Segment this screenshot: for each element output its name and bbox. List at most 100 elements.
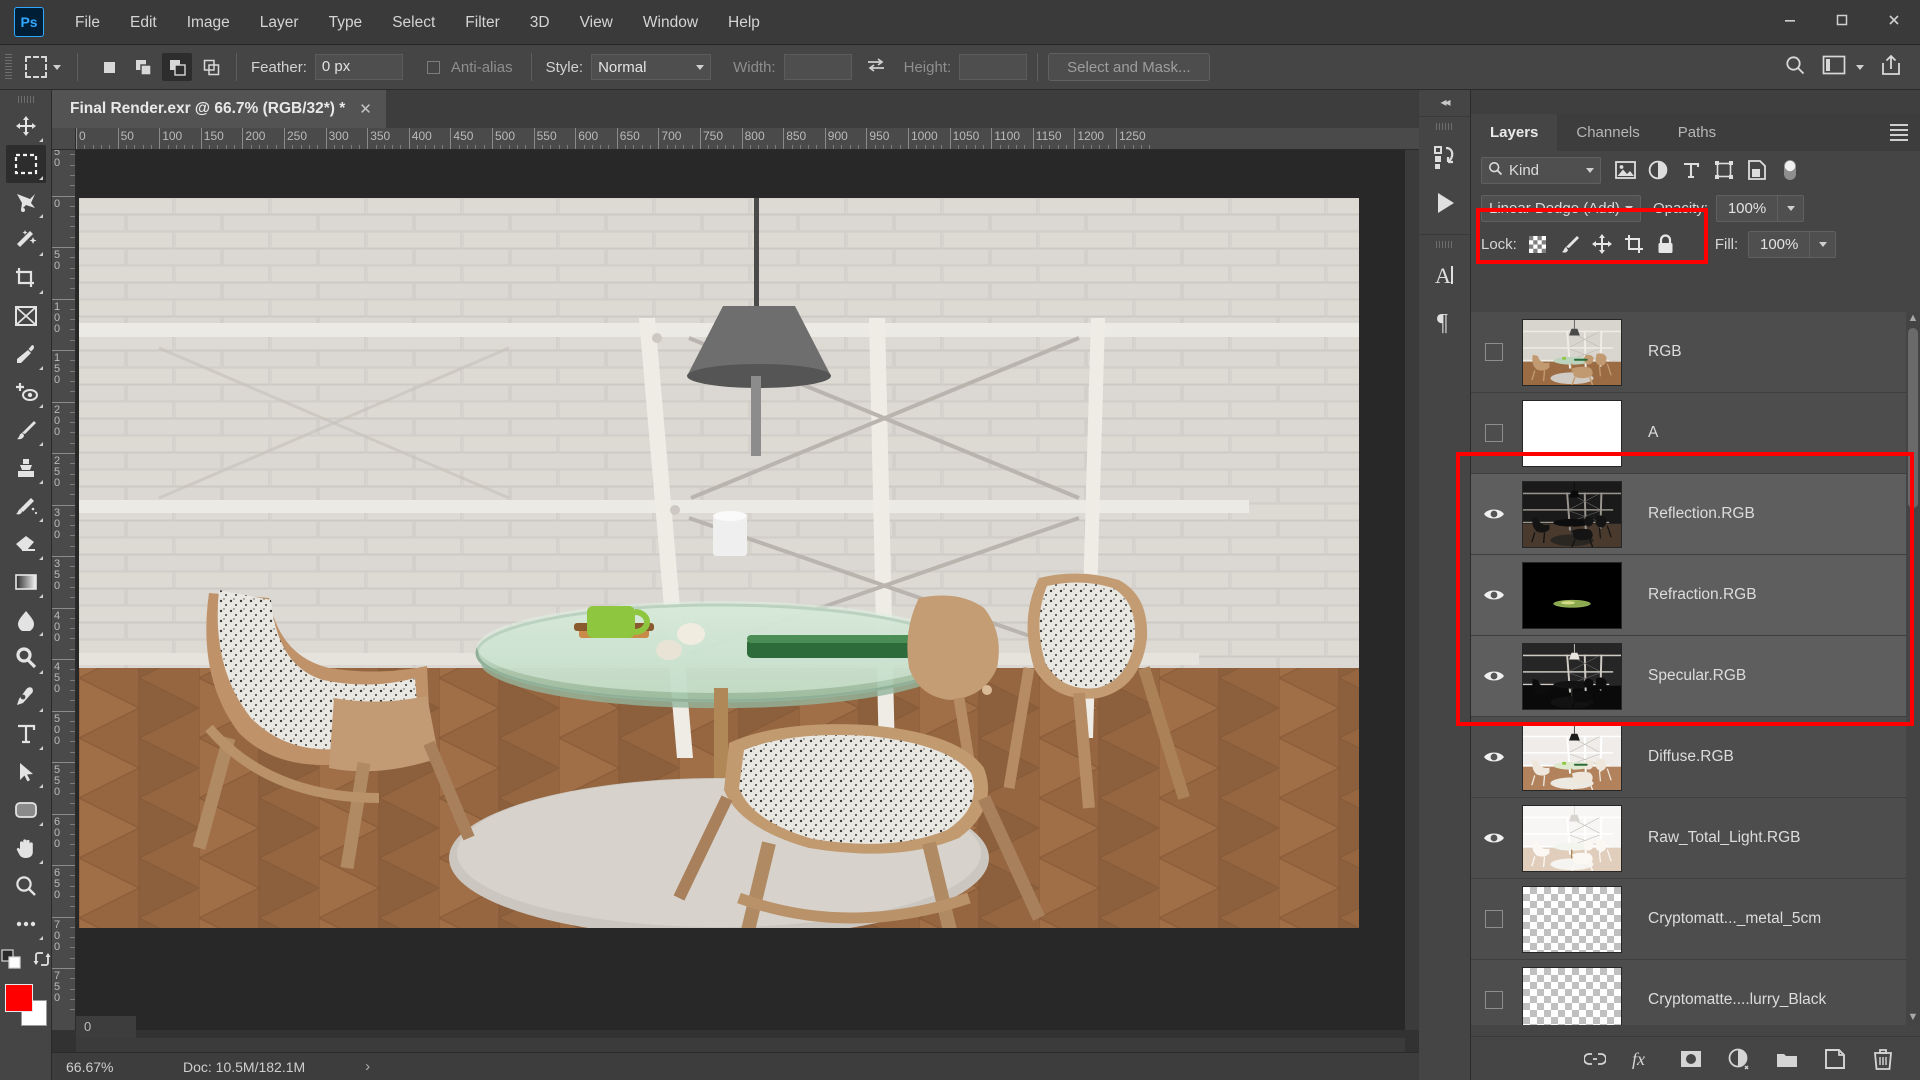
spot-healing-brush-tool[interactable] xyxy=(6,373,46,411)
layer-thumbnail[interactable] xyxy=(1522,886,1622,953)
frame-tool[interactable] xyxy=(6,297,46,335)
layer-row[interactable]: Refraction.RGB xyxy=(1471,555,1920,636)
layer-row[interactable]: Diffuse.RGB xyxy=(1471,717,1920,798)
layer-name[interactable]: RGB xyxy=(1648,343,1682,361)
layer-thumbnail[interactable] xyxy=(1522,805,1622,872)
default-colors-icon[interactable] xyxy=(1,949,21,974)
lock-all-icon[interactable] xyxy=(1655,233,1677,255)
menu-item-window[interactable]: Window xyxy=(628,0,713,45)
swap-colors-icon[interactable] xyxy=(33,950,51,973)
new-group-icon[interactable] xyxy=(1776,1048,1798,1070)
opacity-value[interactable]: 100% xyxy=(1716,195,1778,222)
crop-tool[interactable] xyxy=(6,259,46,297)
scroll-thumb[interactable] xyxy=(1908,328,1918,508)
new-selection-button[interactable] xyxy=(94,53,124,81)
layers-list-scrollbar[interactable]: ▲▼ xyxy=(1906,312,1920,1025)
menu-item-select[interactable]: Select xyxy=(377,0,450,45)
chevron-down-icon[interactable] xyxy=(1856,65,1864,70)
menu-item-filter[interactable]: Filter xyxy=(450,0,514,45)
rail-grip[interactable] xyxy=(1436,123,1453,130)
layer-visibility-eye-icon[interactable] xyxy=(1471,506,1517,522)
lock-position-icon[interactable] xyxy=(1591,233,1613,255)
adjustment-filter-icon[interactable] xyxy=(1646,158,1670,182)
lock-transparent-pixels-icon[interactable] xyxy=(1527,233,1549,255)
layer-name[interactable]: A xyxy=(1648,424,1658,442)
move-tool[interactable] xyxy=(6,107,46,145)
opacity-stepper[interactable] xyxy=(1778,195,1804,222)
pen-tool[interactable] xyxy=(6,677,46,715)
layer-visibility-toggle[interactable] xyxy=(1471,991,1517,1009)
minimize-button[interactable] xyxy=(1764,0,1816,40)
rectangular-marquee-tool[interactable] xyxy=(6,145,46,183)
select-and-mask-button[interactable]: Select and Mask... xyxy=(1048,53,1209,81)
actions-play-icon[interactable] xyxy=(1419,180,1471,226)
layer-visibility-toggle[interactable] xyxy=(1471,424,1517,442)
menu-item-help[interactable]: Help xyxy=(713,0,775,45)
share-icon[interactable] xyxy=(1880,54,1902,81)
type-filter-icon[interactable] xyxy=(1679,158,1703,182)
canvas-value-field[interactable]: 0 xyxy=(76,1016,136,1038)
layer-thumbnail[interactable] xyxy=(1522,967,1622,1026)
lasso-tool[interactable] xyxy=(6,183,46,221)
swap-arrows-icon[interactable] xyxy=(866,56,886,79)
paragraph-panel-icon[interactable]: ¶ xyxy=(1419,298,1471,344)
layer-name[interactable]: Cryptomatt..._metal_5cm xyxy=(1648,910,1821,928)
kind-filter-select[interactable]: Kind xyxy=(1481,157,1601,184)
layer-thumbnail[interactable] xyxy=(1522,724,1622,791)
workspace-icon[interactable] xyxy=(1822,55,1846,80)
hand-tool[interactable] xyxy=(6,829,46,867)
layer-name[interactable]: Raw_Total_Light.RGB xyxy=(1648,829,1801,847)
clone-stamp-tool[interactable] xyxy=(6,449,46,487)
layer-row[interactable]: Raw_Total_Light.RGB xyxy=(1471,798,1920,879)
filter-toggle[interactable] xyxy=(1778,158,1802,182)
type-tool[interactable] xyxy=(6,715,46,753)
zoom-level[interactable]: 66.67% xyxy=(52,1059,137,1075)
panel-menu-icon[interactable] xyxy=(1890,124,1908,141)
blur-tool[interactable] xyxy=(6,601,46,639)
menu-item-file[interactable]: File xyxy=(60,0,115,45)
canvas-horizontal-scrollbar[interactable] xyxy=(76,1038,1405,1052)
layer-name[interactable]: Diffuse.RGB xyxy=(1648,748,1734,766)
collapse-panels-icon[interactable]: ◂◂ xyxy=(1419,90,1470,114)
brush-tool[interactable] xyxy=(6,411,46,449)
layer-row[interactable]: A xyxy=(1471,393,1920,474)
eyedropper-tool[interactable] xyxy=(6,335,46,373)
layer-name[interactable]: Reflection.RGB xyxy=(1648,505,1755,523)
menu-item-edit[interactable]: Edit xyxy=(115,0,172,45)
character-panel-icon[interactable]: A xyxy=(1419,252,1471,298)
layer-visibility-toggle[interactable] xyxy=(1471,910,1517,928)
dodge-tool[interactable] xyxy=(6,639,46,677)
foreground-color-swatch[interactable] xyxy=(5,984,33,1012)
layer-row[interactable]: RGB xyxy=(1471,312,1920,393)
gradient-tool[interactable] xyxy=(6,563,46,601)
layer-row[interactable]: Cryptomatte....lurry_Black xyxy=(1471,960,1920,1025)
tab-paths[interactable]: Paths xyxy=(1659,114,1735,151)
canvas-vertical-scrollbar[interactable] xyxy=(1405,150,1419,1030)
layer-thumbnail[interactable] xyxy=(1522,319,1622,386)
maximize-button[interactable] xyxy=(1816,0,1868,40)
layers-list[interactable]: RGBAReflection.RGBRefraction.RGBSpecular… xyxy=(1471,312,1920,1025)
tools-panel-grip[interactable] xyxy=(18,96,34,103)
layer-visibility-eye-icon[interactable] xyxy=(1471,587,1517,603)
zoom-tool[interactable] xyxy=(6,867,46,905)
scroll-down-icon[interactable]: ▼ xyxy=(1906,1011,1920,1023)
layer-style-fx-icon[interactable]: fx xyxy=(1632,1048,1654,1070)
delete-layer-icon[interactable] xyxy=(1872,1048,1894,1070)
status-expand-icon[interactable]: › xyxy=(305,1058,370,1075)
menu-item-type[interactable]: Type xyxy=(314,0,378,45)
tab-layers[interactable]: Layers xyxy=(1471,114,1557,151)
height-input[interactable] xyxy=(959,54,1027,80)
width-input[interactable] xyxy=(784,54,852,80)
close-icon[interactable]: ✕ xyxy=(359,100,372,118)
rail-grip[interactable] xyxy=(1436,241,1453,248)
new-layer-icon[interactable] xyxy=(1824,1048,1846,1070)
magic-wand-tool[interactable] xyxy=(6,221,46,259)
layer-thumbnail[interactable] xyxy=(1522,400,1622,467)
canvas-image[interactable] xyxy=(79,198,1359,928)
layer-visibility-eye-icon[interactable] xyxy=(1471,749,1517,765)
add-to-selection-button[interactable] xyxy=(128,53,158,81)
layer-thumbnail[interactable] xyxy=(1522,562,1622,629)
search-icon[interactable] xyxy=(1784,54,1806,81)
rectangle-tool[interactable] xyxy=(6,791,46,829)
layer-thumbnail[interactable] xyxy=(1522,481,1622,548)
